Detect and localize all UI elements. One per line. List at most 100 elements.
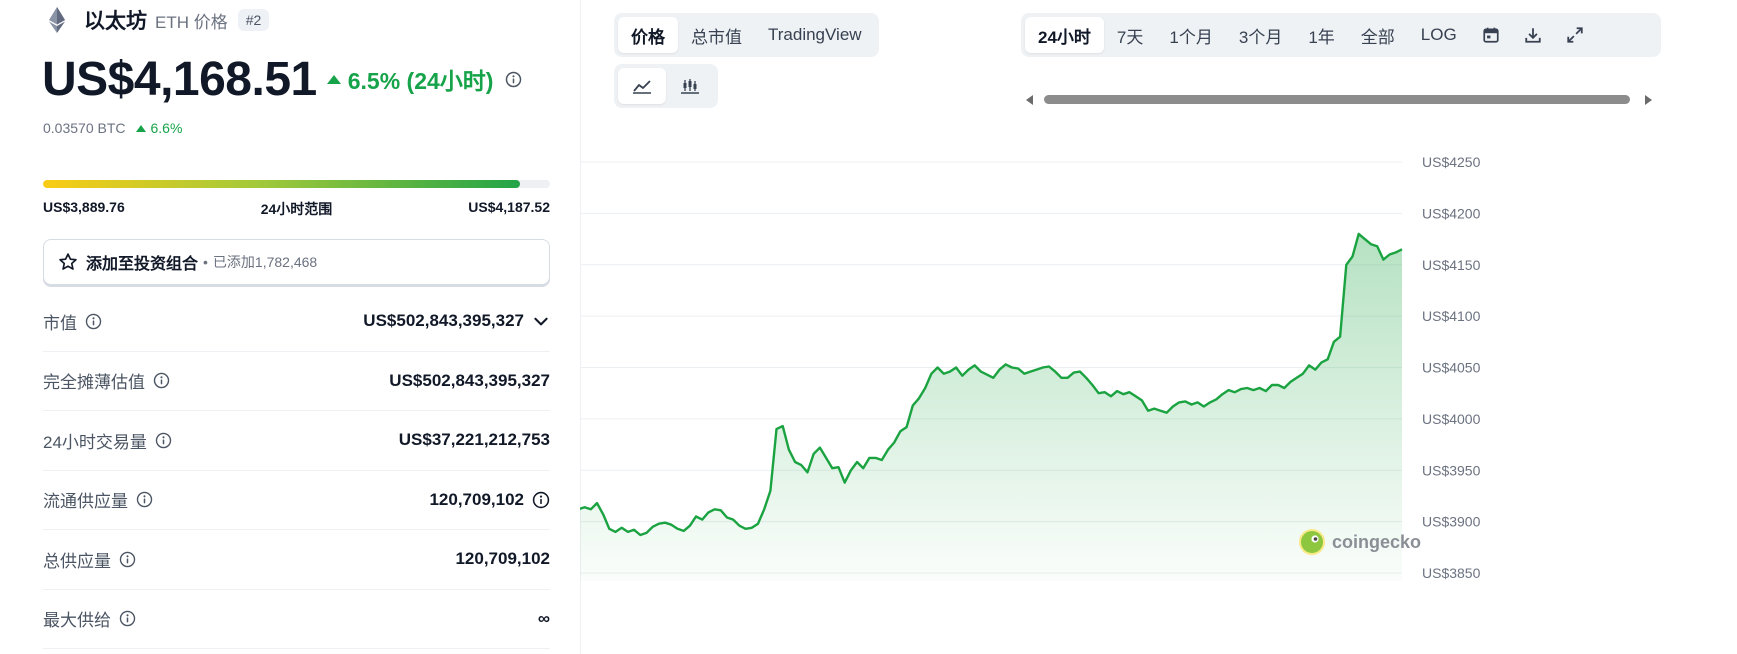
price-data-point[interactable]	[1010, 366, 1013, 369]
price-data-point[interactable]	[1085, 376, 1088, 379]
price-data-point[interactable]	[794, 460, 797, 463]
scroll-right-arrow-icon[interactable]	[1645, 95, 1652, 105]
range-all[interactable]: 全部	[1348, 17, 1408, 53]
price-data-point[interactable]	[1326, 358, 1329, 361]
candlestick-button[interactable]	[666, 68, 714, 104]
price-data-point[interactable]	[1004, 363, 1007, 366]
info-icon[interactable]	[505, 71, 522, 88]
price-data-point[interactable]	[602, 513, 605, 516]
price-data-point[interactable]	[1190, 403, 1193, 406]
price-data-point[interactable]	[930, 372, 933, 375]
add-to-portfolio-button[interactable]: 添加至投资组合 • 已添加1,782,468	[43, 239, 550, 285]
price-data-point[interactable]	[738, 524, 741, 527]
price-data-point[interactable]	[1376, 245, 1379, 248]
price-data-point[interactable]	[1116, 390, 1119, 393]
price-data-point[interactable]	[595, 502, 598, 505]
price-data-point[interactable]	[1178, 401, 1181, 404]
price-data-point[interactable]	[911, 404, 914, 407]
price-data-point[interactable]	[948, 370, 951, 373]
scroll-left-arrow-icon[interactable]	[1026, 95, 1033, 105]
price-data-point[interactable]	[1054, 370, 1057, 373]
price-data-point[interactable]	[973, 364, 976, 367]
price-data-point[interactable]	[1153, 407, 1156, 410]
info-icon[interactable]	[153, 372, 170, 389]
info-icon[interactable]	[119, 610, 136, 627]
stat-row-market-cap[interactable]: 市值 US$502,843,395,327	[43, 292, 550, 352]
info-icon[interactable]	[119, 551, 136, 568]
price-data-point[interactable]	[1369, 243, 1372, 246]
price-data-point[interactable]	[1233, 391, 1236, 394]
price-data-point[interactable]	[645, 531, 648, 534]
price-data-point[interactable]	[998, 368, 1001, 371]
price-data-point[interactable]	[831, 467, 834, 470]
price-data-point[interactable]	[986, 373, 989, 376]
range-7d[interactable]: 7天	[1104, 17, 1156, 53]
price-data-point[interactable]	[583, 506, 586, 509]
price-data-point[interactable]	[657, 522, 660, 525]
price-data-point[interactable]	[769, 489, 772, 492]
price-data-point[interactable]	[763, 508, 766, 511]
price-data-point[interactable]	[1382, 258, 1385, 261]
price-data-point[interactable]	[633, 528, 636, 531]
price-data-point[interactable]	[967, 368, 970, 371]
price-data-point[interactable]	[1301, 372, 1304, 375]
chevron-down-icon[interactable]	[532, 312, 550, 330]
price-data-point[interactable]	[1165, 411, 1168, 414]
price-data-point[interactable]	[719, 509, 722, 512]
price-data-point[interactable]	[1227, 389, 1230, 392]
price-data-point[interactable]	[862, 467, 865, 470]
price-data-point[interactable]	[787, 448, 790, 451]
price-data-point[interactable]	[676, 527, 679, 530]
tab-tradingview[interactable]: TradingView	[755, 17, 875, 53]
price-data-point[interactable]	[1122, 393, 1125, 396]
price-data-point[interactable]	[1394, 251, 1397, 254]
range-1m[interactable]: 1个月	[1156, 17, 1225, 53]
price-data-point[interactable]	[893, 441, 896, 444]
price-data-point[interactable]	[849, 469, 852, 472]
price-data-point[interactable]	[905, 426, 908, 429]
price-data-point[interactable]	[1345, 263, 1348, 266]
price-data-point[interactable]	[837, 466, 840, 469]
price-data-point[interactable]	[1184, 400, 1187, 403]
chart-range-scrollbar[interactable]	[1026, 93, 1652, 107]
price-data-point[interactable]	[1289, 380, 1292, 383]
price-data-point[interactable]	[1091, 383, 1094, 386]
price-data-point[interactable]	[1295, 376, 1298, 379]
price-data-point[interactable]	[886, 448, 889, 451]
range-3m[interactable]: 3个月	[1226, 17, 1295, 53]
calendar-button[interactable]	[1470, 17, 1512, 53]
price-data-point[interactable]	[874, 456, 877, 459]
info-icon[interactable]	[136, 491, 153, 508]
price-data-point[interactable]	[1140, 399, 1143, 402]
price-data-point[interactable]	[1400, 248, 1403, 251]
price-data-point[interactable]	[979, 370, 982, 373]
price-data-point[interactable]	[1283, 386, 1286, 389]
price-data-point[interactable]	[1196, 401, 1199, 404]
price-data-point[interactable]	[1159, 409, 1162, 412]
scrollbar-thumb[interactable]	[1044, 95, 1630, 104]
price-data-point[interactable]	[1017, 367, 1020, 370]
price-data-point[interactable]	[589, 508, 592, 511]
price-data-point[interactable]	[608, 527, 611, 530]
price-data-point[interactable]	[812, 452, 815, 455]
price-data-point[interactable]	[614, 530, 617, 533]
price-data-point[interactable]	[936, 366, 939, 369]
price-data-point[interactable]	[1332, 340, 1335, 343]
price-data-point[interactable]	[880, 458, 883, 461]
price-data-point[interactable]	[1314, 368, 1317, 371]
price-data-point[interactable]	[1097, 392, 1100, 395]
price-data-point[interactable]	[1134, 395, 1137, 398]
price-data-point[interactable]	[1072, 371, 1075, 374]
price-data-point[interactable]	[1109, 395, 1112, 398]
price-data-point[interactable]	[924, 386, 927, 389]
price-data-point[interactable]	[620, 526, 623, 529]
price-data-point[interactable]	[818, 446, 821, 449]
price-data-point[interactable]	[1357, 232, 1360, 235]
price-data-point[interactable]	[955, 366, 958, 369]
price-data-point[interactable]	[744, 527, 747, 530]
price-data-point[interactable]	[1147, 409, 1150, 412]
price-data-point[interactable]	[707, 511, 710, 514]
price-data-point[interactable]	[1258, 386, 1261, 389]
price-data-point[interactable]	[701, 518, 704, 521]
price-data-point[interactable]	[682, 529, 685, 532]
